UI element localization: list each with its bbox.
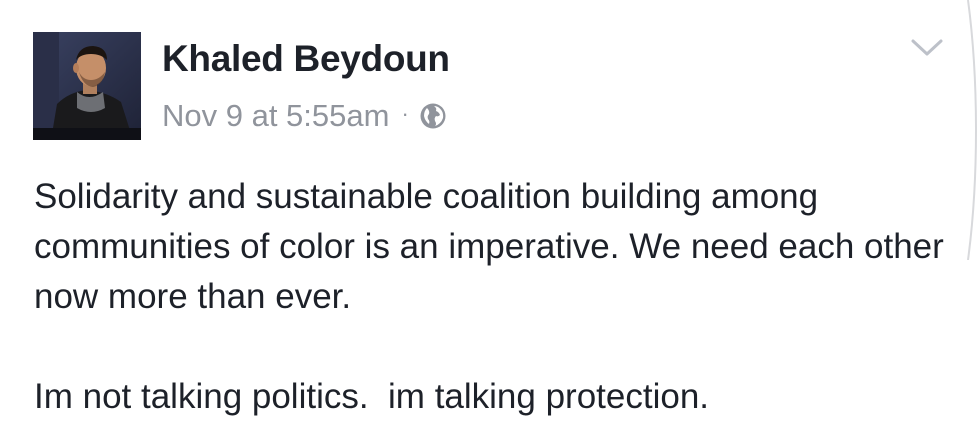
chevron-down-icon[interactable] xyxy=(910,38,944,58)
meta-separator: · xyxy=(401,101,409,126)
post-body: Solidarity and sustainable coalition bui… xyxy=(34,172,954,422)
facebook-post: Khaled Beydoun Nov 9 at 5:55am · Solidar… xyxy=(0,0,980,427)
avatar[interactable] xyxy=(33,32,141,140)
profile-photo-icon xyxy=(33,32,141,140)
author-name[interactable]: Khaled Beydoun xyxy=(162,38,450,80)
screen-edge xyxy=(967,0,978,260)
post-paragraph-1: Solidarity and sustainable coalition bui… xyxy=(34,177,944,316)
post-meta: Nov 9 at 5:55am · xyxy=(162,95,447,137)
globe-icon[interactable] xyxy=(419,102,447,130)
post-paragraph-2: Im not talking politics. im talking prot… xyxy=(34,377,710,416)
post-timestamp[interactable]: Nov 9 at 5:55am xyxy=(162,98,389,134)
